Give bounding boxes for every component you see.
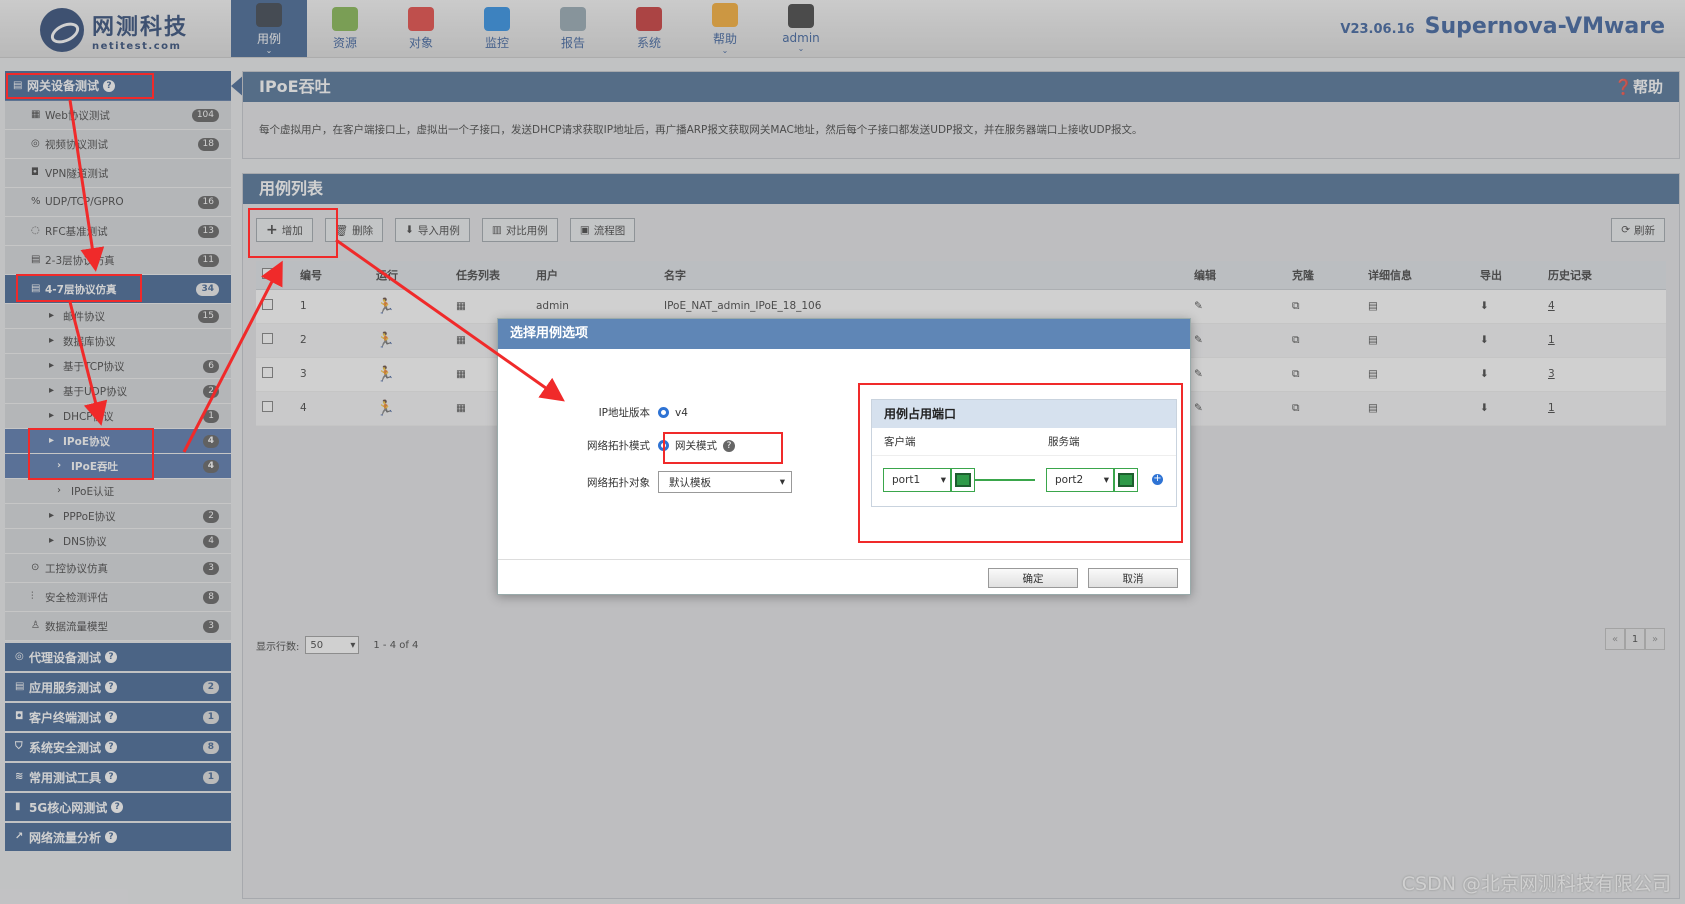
annotation-arrows (68, 99, 565, 453)
arrow-to-dialog (335, 238, 565, 402)
arrow-to-l47 (68, 99, 105, 272)
arrow-to-ipoe (68, 301, 108, 426)
arrow-to-add (182, 260, 283, 453)
